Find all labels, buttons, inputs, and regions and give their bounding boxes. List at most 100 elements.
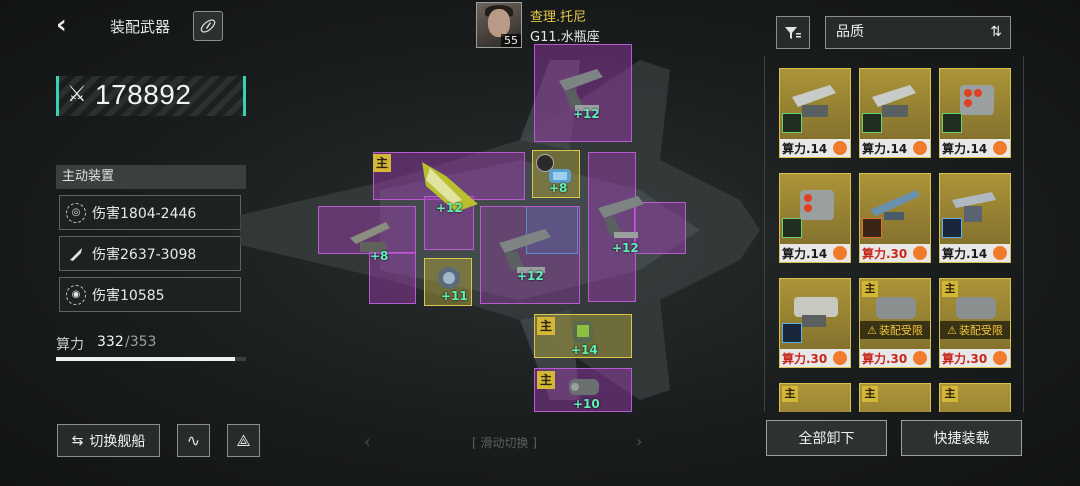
page-title: 装配武器 bbox=[110, 18, 171, 36]
stat-text: 伤害10585 bbox=[92, 287, 165, 304]
stat-card[interactable]: 伤害2637-3098 bbox=[59, 236, 241, 271]
slot-level: +12 bbox=[436, 201, 463, 215]
main-weapon-tag: 主 bbox=[782, 386, 798, 402]
slot-level: +12 bbox=[612, 241, 639, 255]
waveform-icon: ∿ bbox=[186, 431, 201, 450]
inventory-card[interactable]: 算力.14 bbox=[939, 68, 1011, 158]
gear-icon bbox=[833, 351, 847, 365]
card-compute: 算力.14 bbox=[942, 141, 988, 156]
power-panel: ⚔ 178892 bbox=[56, 76, 246, 116]
module-slot[interactable]: +8 bbox=[532, 150, 580, 198]
crossed-swords-icon: ⚔ bbox=[67, 82, 87, 107]
gear-icon bbox=[913, 351, 927, 365]
launch-button[interactable] bbox=[193, 11, 223, 41]
target-icon: ◎ bbox=[66, 202, 86, 223]
slot-level: +11 bbox=[441, 289, 468, 303]
switch-ship-label: 切换舰船 bbox=[89, 433, 146, 450]
inventory-card[interactable]: 算力.14 bbox=[939, 173, 1011, 263]
slot-level: +12 bbox=[573, 107, 600, 121]
main-weapon-tag: 主 bbox=[862, 386, 878, 402]
card-compute: 算力.14 bbox=[942, 246, 988, 261]
stat-card[interactable]: ◎ 伤害1804-2446 bbox=[59, 195, 241, 230]
sort-dropdown[interactable]: 品质 ⇅ bbox=[825, 16, 1011, 49]
gear-icon bbox=[993, 351, 1007, 365]
slot-level: +8 bbox=[549, 181, 568, 195]
weapon-slot[interactable]: +12 bbox=[480, 206, 580, 304]
weapon-type-icon bbox=[942, 113, 962, 133]
weapon-type-icon bbox=[782, 218, 802, 238]
swipe-hint: [ 滑动切换 ] bbox=[472, 436, 537, 450]
cannon-icon bbox=[598, 196, 644, 238]
gear-icon bbox=[913, 246, 927, 260]
sort-label: 品质 bbox=[836, 24, 864, 40]
card-compute: 算力.14 bbox=[862, 141, 908, 156]
inventory-card[interactable]: 算力.30 bbox=[859, 173, 931, 263]
equip-limit-warning: ⚠ 装配受限 bbox=[860, 321, 930, 339]
warning-icon: ⚠ bbox=[947, 323, 957, 337]
waveform-button[interactable]: ∿ bbox=[177, 424, 210, 457]
module-slot[interactable]: +11 bbox=[424, 258, 472, 306]
inventory-card[interactable]: 算力.30 bbox=[779, 278, 851, 368]
swipe-right-arrow[interactable]: › bbox=[636, 432, 642, 451]
weapon-slot[interactable]: 主 +10 bbox=[534, 368, 632, 412]
gear-icon bbox=[993, 246, 1007, 260]
slot-level: +14 bbox=[571, 343, 598, 357]
compute-label: 算力 bbox=[56, 337, 84, 353]
main-weapon-tag: 主 bbox=[942, 386, 958, 402]
power-value: 178892 bbox=[95, 79, 192, 110]
inventory-card[interactable]: 算力.14 bbox=[859, 68, 931, 158]
switch-ship-button[interactable]: ⇆ 切换舰船 bbox=[57, 424, 160, 457]
compute-bar-fill bbox=[56, 357, 235, 361]
main-weapon-tag: 主 bbox=[537, 317, 555, 335]
inventory-card[interactable]: 主 ⚠ 装配受限 算力.30 bbox=[859, 278, 931, 368]
avatar-face bbox=[488, 9, 510, 37]
weapon-slot[interactable]: +12 bbox=[534, 44, 632, 142]
weapon-type-icon bbox=[782, 113, 802, 133]
inventory-card[interactable]: 主 bbox=[939, 383, 1011, 412]
inventory-card[interactable]: 主 bbox=[779, 383, 851, 412]
captain-name: 查理.托尼 bbox=[530, 10, 587, 25]
compute-current: 332 bbox=[97, 334, 124, 350]
main-weapon-tag: 主 bbox=[373, 154, 391, 172]
card-compute: 算力.30 bbox=[782, 351, 828, 366]
weapon-type-icon bbox=[942, 218, 962, 238]
filter-button[interactable] bbox=[776, 16, 810, 49]
slot-level: +8 bbox=[370, 249, 389, 263]
formation-button[interactable]: ⟁ bbox=[227, 424, 260, 457]
weapon-type-icon bbox=[862, 113, 882, 133]
triangle-icon: ⟁ bbox=[236, 430, 251, 450]
inventory-card[interactable]: 主 bbox=[859, 383, 931, 412]
filter-icon bbox=[785, 26, 801, 39]
inventory-panel: 算力.14 算力.14 算力.14 算力.14 算力.30 算力.14 算力.3… bbox=[764, 56, 1024, 412]
card-compute: 算力.14 bbox=[782, 141, 828, 156]
main-weapon-tag: 主 bbox=[537, 371, 555, 389]
card-compute: 算力.14 bbox=[782, 246, 828, 261]
unequip-all-button[interactable]: 全部卸下 bbox=[766, 420, 887, 456]
sort-order-icon: ⇅ bbox=[990, 24, 1002, 40]
weapon-type-icon bbox=[782, 323, 802, 343]
inventory-card[interactable]: 算力.14 bbox=[779, 68, 851, 158]
compute-max: /353 bbox=[125, 334, 157, 350]
back-button[interactable]: ‹ bbox=[56, 12, 84, 40]
rocket-icon bbox=[200, 19, 216, 33]
weapon-type-icon bbox=[862, 218, 882, 238]
compute-bar bbox=[56, 357, 246, 361]
equip-limit-warning: ⚠ 装配受限 bbox=[940, 321, 1010, 339]
inventory-card[interactable]: 算力.14 bbox=[779, 173, 851, 263]
gear-icon bbox=[833, 141, 847, 155]
stat-text: 伤害2637-3098 bbox=[92, 246, 197, 263]
swipe-left-arrow[interactable]: ‹ bbox=[364, 432, 370, 451]
weapon-slot[interactable]: 主 +14 bbox=[534, 314, 632, 358]
missile-icon bbox=[66, 244, 86, 264]
card-compute: 算力.30 bbox=[862, 351, 908, 366]
slot-level: +12 bbox=[517, 269, 544, 283]
quick-equip-button[interactable]: 快捷装载 bbox=[901, 420, 1022, 456]
card-compute: 算力.30 bbox=[942, 351, 988, 366]
stat-card[interactable]: ◉ 伤害10585 bbox=[59, 277, 241, 312]
inventory-card[interactable]: 主 ⚠ 装配受限 算力.30 bbox=[939, 278, 1011, 368]
slot-level: +10 bbox=[573, 397, 600, 411]
swap-icon: ⇆ bbox=[71, 432, 84, 449]
radial-icon: ◉ bbox=[66, 284, 86, 305]
active-device-title: 主动装置 bbox=[56, 165, 246, 189]
warning-icon: ⚠ bbox=[867, 323, 877, 337]
